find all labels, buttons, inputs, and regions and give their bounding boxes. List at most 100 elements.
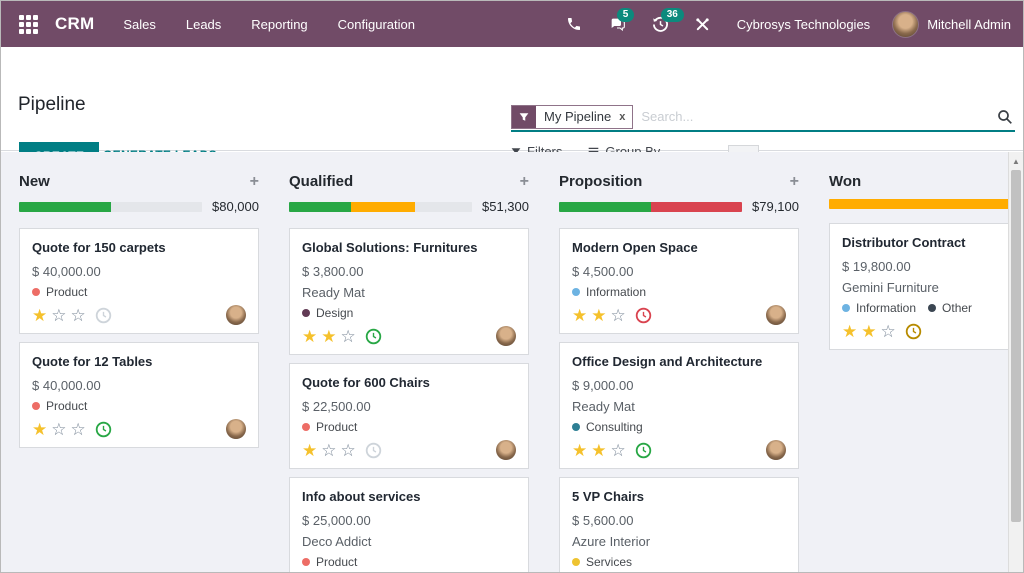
priority-star-icon[interactable]: ★ [572, 307, 587, 324]
priority-stars: ★ ★ ☆ [572, 442, 630, 459]
kanban-column: New + $80,000 Quote for 150 carpets $ 40… [9, 152, 279, 572]
priority-star-icon[interactable]: ★ [861, 323, 876, 340]
activities-button[interactable]: 36 [639, 6, 684, 43]
tag: Product [32, 399, 87, 413]
card-amount: $ 9,000.00 [572, 378, 634, 393]
activity-clock-icon[interactable] [365, 442, 382, 459]
column-amount: $51,300 [482, 199, 529, 214]
priority-star-icon[interactable]: ☆ [321, 442, 336, 459]
progress-segment[interactable] [415, 201, 472, 212]
activity-clock-icon[interactable] [905, 323, 922, 340]
priority-star-icon[interactable]: ★ [321, 328, 336, 345]
search-bar[interactable]: My Pipeline x [511, 103, 1015, 132]
progress-segment[interactable] [351, 201, 416, 212]
salesperson-avatar[interactable] [766, 305, 786, 325]
priority-star-icon[interactable]: ☆ [51, 421, 66, 438]
menu-sales[interactable]: Sales [108, 3, 171, 46]
priority-star-icon[interactable]: ☆ [341, 442, 356, 459]
priority-stars: ★ ★ ☆ [842, 323, 900, 340]
kanban-card[interactable]: Office Design and Architecture $ 9,000.0… [559, 342, 799, 469]
progress-segment[interactable] [110, 201, 202, 212]
card-tags: Consulting [572, 420, 786, 434]
menu-configuration[interactable]: Configuration [323, 3, 430, 46]
column-title: Qualified [289, 173, 354, 190]
vertical-scrollbar[interactable]: ▲ [1008, 152, 1023, 572]
priority-star-icon[interactable]: ☆ [51, 307, 66, 324]
kanban-card[interactable]: Global Solutions: Furnitures $ 3,800.00 … [289, 228, 529, 355]
kanban-card[interactable]: Distributor Contract $ 19,800.00 Gemini … [829, 223, 1023, 350]
messages-button[interactable]: 5 [595, 6, 639, 42]
kanban-card[interactable]: Info about services $ 25,000.00 Deco Add… [289, 477, 529, 572]
search-input[interactable] [641, 109, 995, 124]
priority-star-icon[interactable]: ★ [591, 307, 606, 324]
activity-clock-icon[interactable] [635, 442, 652, 459]
tag-dot [842, 304, 850, 312]
kanban-card[interactable]: Quote for 600 Chairs $ 22,500.00 Product… [289, 363, 529, 469]
column-header: Won + [829, 173, 1023, 209]
quick-add-icon[interactable]: + [520, 173, 529, 190]
card-amount: $ 25,000.00 [302, 513, 371, 528]
priority-star-icon[interactable]: ★ [302, 328, 317, 345]
company-switcher[interactable]: Cybrosys Technologies [737, 17, 870, 32]
kanban-card[interactable]: 5 VP Chairs $ 5,600.00 Azure Interior Se… [559, 477, 799, 572]
voip-phone-button[interactable] [553, 6, 595, 42]
salesperson-avatar[interactable] [766, 440, 786, 460]
kanban-card[interactable]: Modern Open Space $ 4,500.00 Information… [559, 228, 799, 334]
salesperson-avatar[interactable] [226, 419, 246, 439]
progress-segment[interactable] [289, 201, 352, 212]
salesperson-avatar[interactable] [496, 440, 516, 460]
salesperson-avatar[interactable] [496, 326, 516, 346]
menu-reporting[interactable]: Reporting [236, 3, 322, 46]
tag-dot [572, 288, 580, 296]
tag: Other [928, 301, 972, 315]
card-amount: $ 5,600.00 [572, 513, 634, 528]
progress-segment[interactable] [559, 201, 651, 212]
kanban-card[interactable]: Quote for 12 Tables $ 40,000.00 Product … [19, 342, 259, 448]
progress-segment[interactable] [19, 201, 111, 212]
user-menu[interactable]: Mitchell Admin [892, 10, 1011, 38]
scroll-up-arrow[interactable]: ▲ [1009, 152, 1023, 166]
progress-segment[interactable] [829, 199, 1023, 209]
priority-star-icon[interactable]: ★ [842, 323, 857, 340]
card-title: Office Design and Architecture [572, 354, 763, 369]
activity-clock-icon[interactable] [95, 307, 112, 324]
app-title[interactable]: CRM [55, 14, 94, 34]
search-facet-my-pipeline[interactable]: My Pipeline x [511, 104, 634, 129]
priority-star-icon[interactable]: ★ [591, 442, 606, 459]
page-title: Pipeline [18, 94, 86, 115]
apps-menu-button[interactable] [11, 7, 45, 41]
user-name: Mitchell Admin [927, 16, 1011, 32]
scrollbar-thumb[interactable] [1011, 170, 1021, 522]
debug-tools-button[interactable] [682, 7, 723, 42]
priority-star-icon[interactable]: ☆ [881, 323, 896, 340]
tag: Product [302, 555, 357, 569]
top-navbar: CRM Sales Leads Reporting Configuration … [1, 1, 1023, 47]
progress-segment[interactable] [650, 201, 742, 212]
priority-star-icon[interactable]: ★ [32, 421, 47, 438]
menu-leads[interactable]: Leads [171, 3, 236, 46]
activity-clock-icon[interactable] [95, 421, 112, 438]
priority-star-icon[interactable]: ☆ [71, 307, 86, 324]
quick-add-icon[interactable]: + [790, 173, 799, 190]
priority-star-icon[interactable]: ☆ [611, 307, 626, 324]
user-avatar [892, 10, 920, 38]
search-icon[interactable] [995, 109, 1015, 125]
card-title: Quote for 600 Chairs [302, 375, 430, 390]
activity-clock-icon[interactable] [635, 307, 652, 324]
tag-dot [302, 558, 310, 566]
quick-add-icon[interactable]: + [250, 173, 259, 190]
activity-clock-icon[interactable] [365, 328, 382, 345]
priority-star-icon[interactable]: ★ [32, 307, 47, 324]
column-title: Won [829, 173, 862, 190]
facet-remove-icon[interactable]: x [619, 106, 632, 128]
priority-star-icon[interactable]: ★ [302, 442, 317, 459]
priority-star-icon[interactable]: ☆ [341, 328, 356, 345]
salesperson-avatar[interactable] [226, 305, 246, 325]
priority-star-icon[interactable]: ☆ [611, 442, 626, 459]
tag: Services [572, 555, 632, 569]
column-cards: Distributor Contract $ 19,800.00 Gemini … [829, 223, 1023, 350]
priority-star-icon[interactable]: ☆ [71, 421, 86, 438]
priority-stars: ★ ☆ ☆ [32, 307, 90, 324]
kanban-card[interactable]: Quote for 150 carpets $ 40,000.00 Produc… [19, 228, 259, 334]
priority-star-icon[interactable]: ★ [572, 442, 587, 459]
